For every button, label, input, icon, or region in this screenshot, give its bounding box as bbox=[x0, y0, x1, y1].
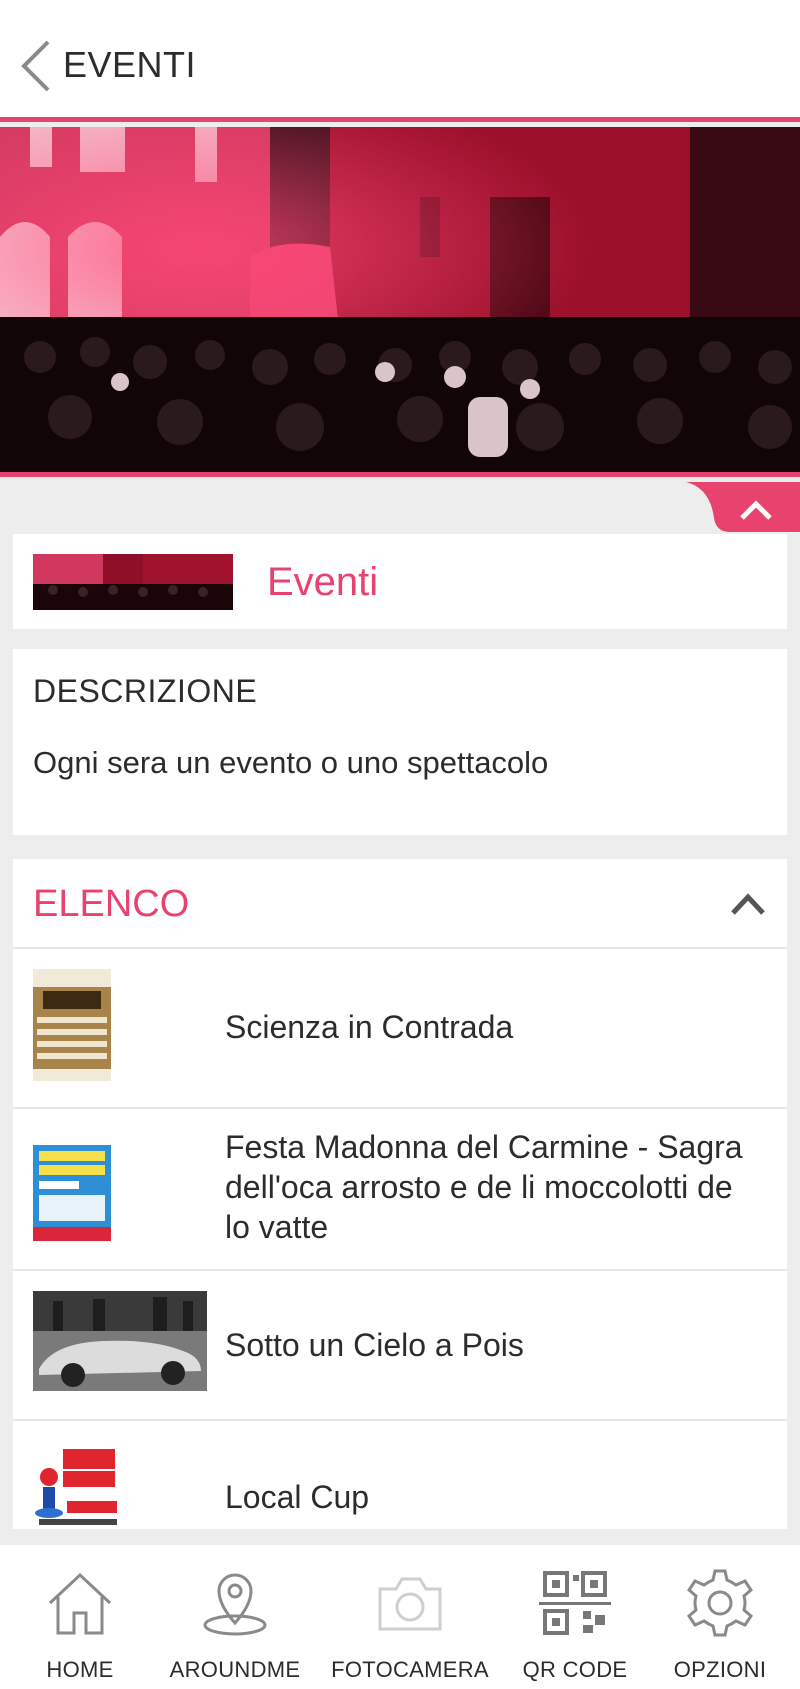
chevron-left-icon bbox=[21, 40, 50, 92]
description-card: DESCRIZIONE Ogni sera un evento o uno sp… bbox=[13, 649, 787, 835]
collapse-hero-button[interactable] bbox=[686, 482, 800, 532]
category-title: Eventi bbox=[267, 560, 379, 604]
event-thumbnail bbox=[33, 1443, 121, 1529]
event-thumbnail bbox=[33, 1131, 111, 1241]
page-title: EVENTI bbox=[63, 44, 197, 85]
tab-aroundme[interactable]: AROUNDME bbox=[160, 1545, 310, 1689]
list-heading: ELENCO bbox=[33, 883, 190, 925]
camera-icon bbox=[378, 1577, 442, 1631]
app-header: EVENTI bbox=[0, 0, 800, 122]
event-thumbnail bbox=[33, 969, 111, 1081]
qr-code-icon bbox=[539, 1571, 611, 1635]
list-item[interactable]: Sotto un Cielo a Pois bbox=[13, 1271, 787, 1421]
tab-label: QR CODE bbox=[522, 1657, 628, 1682]
tab-label: FOTOCAMERA bbox=[331, 1657, 489, 1682]
event-list-card: ELENCO Scienza in Contrada Festa Madonna… bbox=[13, 859, 787, 1529]
back-button[interactable] bbox=[18, 38, 58, 94]
list-item[interactable]: Scienza in Contrada bbox=[13, 949, 787, 1109]
tab-label: HOME bbox=[46, 1657, 114, 1682]
hero-image bbox=[0, 127, 800, 477]
bottom-tab-bar: HOME AROUNDME FOTOCAMERA QR CODE OPZIONI bbox=[0, 1545, 800, 1689]
category-title-card: Eventi bbox=[13, 534, 787, 629]
description-text: Ogni sera un evento o uno spettacolo bbox=[33, 745, 549, 780]
list-header[interactable]: ELENCO bbox=[13, 859, 787, 949]
tab-label: AROUNDME bbox=[169, 1657, 301, 1682]
tab-opzioni[interactable]: OPZIONI bbox=[650, 1545, 790, 1689]
description-heading: DESCRIZIONE bbox=[33, 673, 258, 709]
chevron-up-icon bbox=[686, 482, 800, 532]
list-item[interactable]: Local Cup bbox=[13, 1421, 787, 1529]
event-title: Sotto un Cielo a Pois bbox=[225, 1327, 524, 1363]
event-thumbnail bbox=[33, 1291, 207, 1391]
location-pin-icon bbox=[203, 1573, 267, 1636]
category-thumbnail bbox=[33, 554, 233, 610]
tab-label: OPZIONI bbox=[673, 1657, 767, 1682]
tab-qr-code[interactable]: QR CODE bbox=[505, 1545, 645, 1689]
event-title: Local Cup bbox=[225, 1479, 370, 1515]
tab-home[interactable]: HOME bbox=[10, 1545, 150, 1689]
home-icon bbox=[48, 1572, 112, 1635]
chevron-up-icon[interactable] bbox=[729, 891, 767, 917]
list-item[interactable]: Festa Madonna del Carmine - Sagra dell'o… bbox=[13, 1109, 787, 1271]
gear-icon bbox=[687, 1569, 753, 1637]
tab-fotocamera[interactable]: FOTOCAMERA bbox=[320, 1545, 500, 1689]
event-title: Festa Madonna del Carmine - Sagra dell'o… bbox=[225, 1129, 743, 1245]
event-title: Scienza in Contrada bbox=[225, 1009, 514, 1045]
